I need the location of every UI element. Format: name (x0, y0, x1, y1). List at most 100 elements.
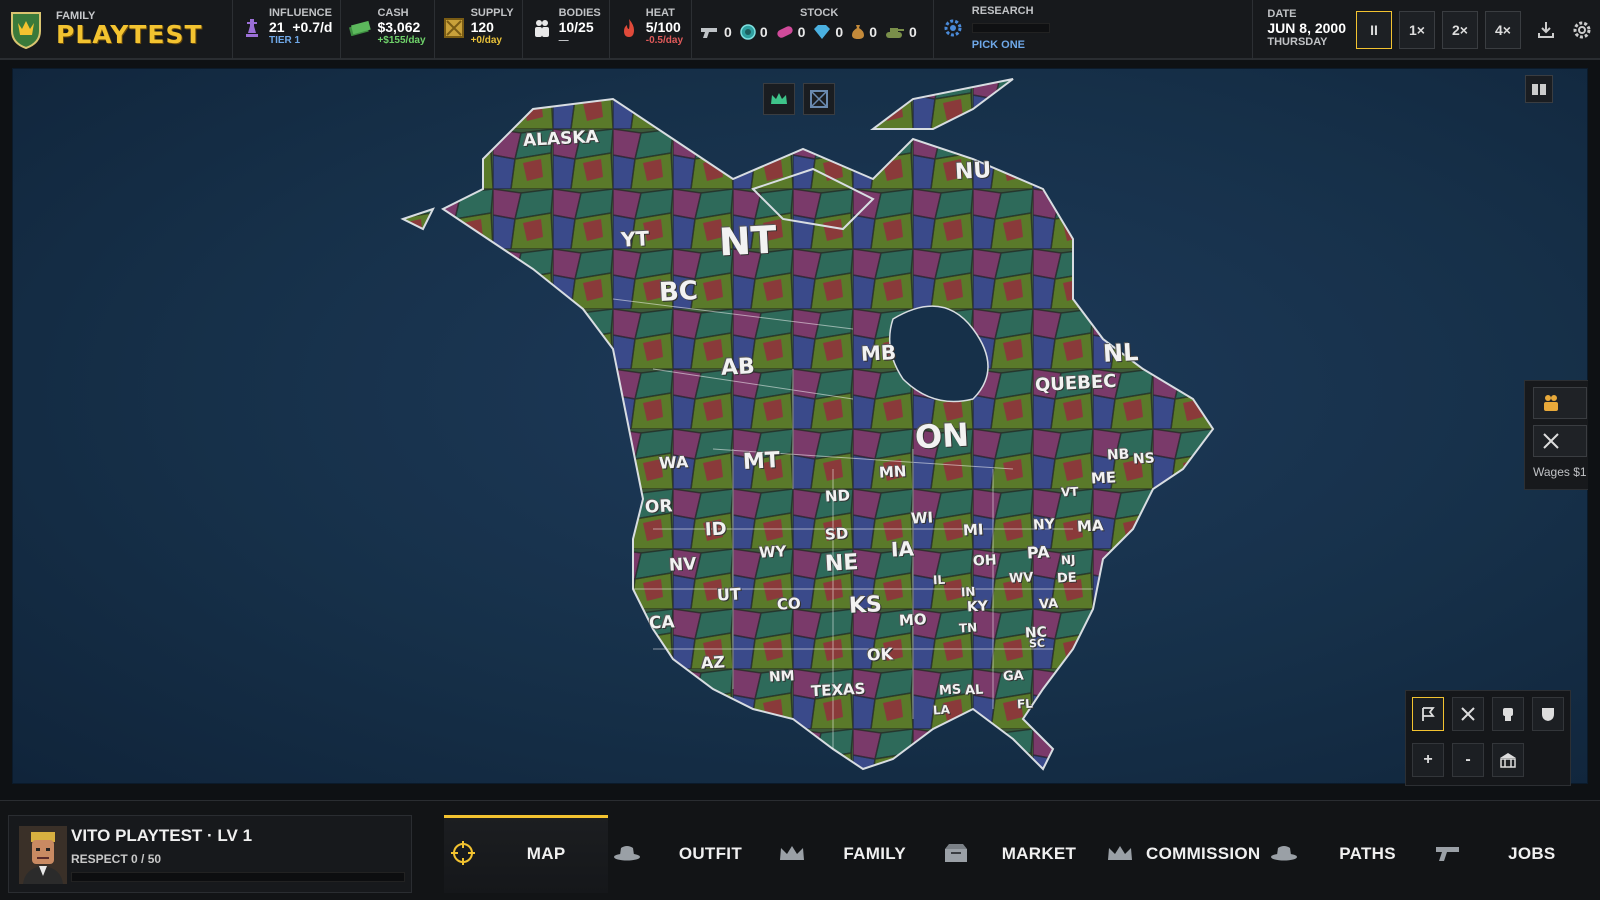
bodies-stat[interactable]: BODIES 10/25 — (523, 0, 610, 59)
region-label[interactable]: MS (939, 682, 962, 698)
stock-pistol-count: 0 (724, 24, 732, 40)
region-label[interactable]: OR (644, 496, 673, 517)
region-label[interactable]: NV (668, 554, 696, 575)
region-label[interactable]: TN (959, 621, 978, 636)
zoom-out-button[interactable]: - (1452, 743, 1484, 777)
settings-gear-icon[interactable] (1564, 11, 1600, 49)
map-canvas[interactable]: ALASKA YT NT NU BC AB MB NL QUEBEC ON NB… (13, 69, 1589, 785)
crown-icon (777, 841, 807, 865)
region-label[interactable]: OK (867, 644, 894, 664)
region-label[interactable]: NS (1133, 450, 1156, 467)
region-label[interactable]: NT (718, 218, 778, 265)
tool-swords-button[interactable] (1452, 697, 1484, 731)
region-label[interactable]: NU (954, 158, 992, 185)
region-label[interactable]: DE (1057, 570, 1077, 586)
cash-stat[interactable]: CASH $3,062 +$155/day (341, 0, 435, 59)
shield-icon (1542, 708, 1554, 721)
people-icon (1544, 395, 1558, 411)
region-label[interactable]: MT (742, 448, 780, 475)
save-download-icon[interactable] (1528, 11, 1564, 49)
region-label[interactable]: MA (1077, 516, 1104, 535)
region-label[interactable]: WA (659, 452, 689, 473)
world-map[interactable]: ALASKA YT NT NU BC AB MB NL QUEBEC ON NB… (12, 68, 1588, 784)
tool-building-button[interactable] (1492, 743, 1524, 777)
heat-stat[interactable]: HEAT 5/100 -0.5/day (610, 0, 693, 59)
nav-paths[interactable]: PATHS (1265, 815, 1429, 893)
supply-stat[interactable]: SUPPLY 120 +0/day (435, 0, 523, 59)
region-label[interactable]: GA (1003, 668, 1024, 684)
region-label[interactable]: IL (933, 573, 946, 588)
nav-market[interactable]: MARKET (937, 815, 1101, 893)
nav-jobs[interactable]: JOBS (1430, 815, 1594, 893)
region-label[interactable]: MO (899, 610, 928, 629)
region-label[interactable]: TEXAS (811, 680, 866, 701)
region-label[interactable]: WV (1009, 570, 1034, 586)
region-label[interactable]: MN (879, 462, 907, 481)
overlay-crate-button[interactable] (803, 83, 835, 115)
influence-value: 21 (269, 19, 285, 35)
region-label[interactable]: VT (1061, 485, 1079, 500)
region-label[interactable]: CO (777, 594, 802, 613)
nav-outfit[interactable]: OUTFIT (608, 815, 772, 893)
region-label[interactable]: AZ (701, 652, 726, 672)
region-label[interactable]: ME (1091, 468, 1117, 487)
region-label[interactable]: KS (848, 592, 882, 619)
speed-4x-button[interactable]: 4× (1485, 11, 1521, 49)
region-label[interactable]: NB (1107, 446, 1130, 463)
research-pick-one[interactable]: PICK ONE (972, 39, 1050, 51)
region-label[interactable]: SD (825, 524, 849, 543)
region-label[interactable]: OH (973, 552, 997, 569)
region-label[interactable]: AB (720, 354, 755, 381)
region-label[interactable]: FL (1017, 697, 1034, 712)
region-label[interactable]: NJ (1061, 553, 1076, 568)
region-label[interactable]: NY (1033, 516, 1056, 533)
region-label[interactable]: NM (769, 668, 795, 685)
region-label[interactable]: ON (914, 416, 970, 457)
research-panel[interactable]: RESEARCH PICK ONE (934, 0, 1058, 59)
region-label[interactable]: VA (1039, 597, 1059, 613)
region-label[interactable]: KY (967, 598, 989, 615)
nav-commission[interactable]: COMMISSION (1101, 815, 1265, 893)
tool-flag-button[interactable] (1412, 697, 1444, 731)
region-label[interactable]: SC (1029, 637, 1046, 651)
region-label[interactable]: IN (961, 585, 976, 600)
region-label[interactable]: WY (759, 542, 787, 561)
speed-1x-button[interactable]: 1× (1399, 11, 1435, 49)
region-label[interactable]: NE (824, 550, 859, 577)
nav-map[interactable]: MAP (444, 815, 609, 893)
region-label[interactable]: PA (1027, 542, 1051, 562)
influence-stat[interactable]: INFLUENCE 21 +0.7/d TIER 1 (233, 0, 342, 59)
region-label[interactable]: ALASKA (523, 127, 600, 151)
player-card[interactable]: VITO PLAYTEST · LV 1 RESPECT 0 / 50 (8, 815, 412, 893)
north-america-landmass[interactable] (13, 69, 1589, 785)
top-resource-bar: FAMILY PLAYTEST INFLUENCE 21 +0.7/d TIER… (0, 0, 1600, 60)
region-label[interactable]: IA (890, 536, 914, 561)
region-label[interactable]: AL (965, 683, 984, 699)
region-label[interactable]: YT (620, 226, 649, 251)
region-label[interactable]: QUEBEC (1035, 371, 1117, 396)
bodies-value: 10/25 (558, 19, 594, 35)
region-label[interactable]: ND (825, 486, 851, 505)
region-label[interactable]: MB (860, 340, 896, 366)
region-label[interactable]: MI (963, 520, 984, 539)
nav-family[interactable]: FAMILY (773, 815, 937, 893)
stock-panel[interactable]: STOCK 0 0 0 0 0 0 (692, 0, 934, 59)
region-label[interactable]: ID (704, 518, 727, 540)
overlay-crown-button[interactable] (763, 83, 795, 115)
region-label[interactable]: WI (911, 508, 934, 527)
region-label[interactable]: BC (658, 276, 698, 308)
region-label[interactable]: CA (648, 612, 675, 633)
speed-2x-button[interactable]: 2× (1442, 11, 1478, 49)
map-legend-button[interactable] (1525, 75, 1553, 103)
family-brand[interactable]: FAMILY PLAYTEST (0, 0, 233, 59)
region-label[interactable]: NL (1102, 338, 1139, 368)
stock-diamond-count: 0 (835, 24, 844, 40)
tool-shield-button[interactable] (1532, 697, 1564, 731)
region-label[interactable]: LA (933, 703, 951, 718)
crew-button[interactable] (1533, 387, 1587, 419)
zoom-in-button[interactable]: + (1412, 743, 1444, 777)
pause-button[interactable]: II (1356, 11, 1392, 49)
region-label[interactable]: UT (717, 584, 742, 604)
crossed-swords-button[interactable] (1533, 425, 1587, 457)
tool-fist-button[interactable] (1492, 697, 1524, 731)
